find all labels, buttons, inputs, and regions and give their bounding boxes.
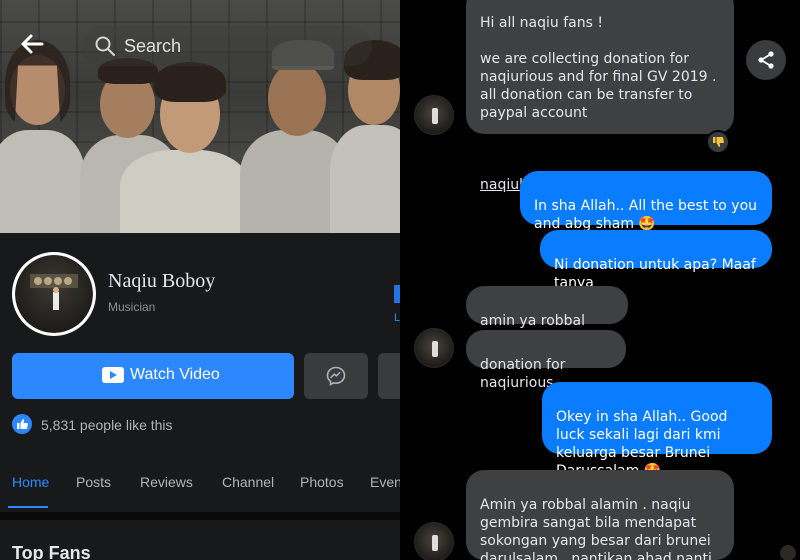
tab-posts[interactable]: Posts [76, 474, 111, 490]
reaction-thumbs-down-icon[interactable] [706, 130, 730, 154]
person-4-head [268, 62, 326, 136]
tab-reviews[interactable]: Reviews [140, 474, 193, 490]
top-bar: Search [0, 0, 400, 72]
person-5 [330, 125, 400, 233]
likes-count-text: 5,831 people like this [41, 417, 173, 433]
top-fans-heading: Top Fans [12, 543, 91, 560]
watch-video-label: Watch Video [130, 366, 220, 383]
tab-photos[interactable]: Photos [300, 474, 344, 490]
message-bubble-outgoing[interactable]: In sha Allah.. All the best to you and a… [520, 171, 772, 232]
tab-channel[interactable]: Channel [222, 474, 274, 490]
search-bar[interactable]: Search [82, 26, 372, 66]
page-category: Musician [108, 300, 156, 314]
message-bubble-outgoing[interactable]: Okey in sha Allah.. Good luck sekali lag… [542, 382, 772, 479]
message-text: Hi all naqiu fans ! we are collecting do… [480, 15, 717, 121]
message-text: Okey in sha Allah.. Good luck sekali lag… [556, 409, 728, 479]
more-options-button[interactable] [378, 353, 400, 399]
thumbs-up-icon [12, 414, 32, 434]
share-button[interactable] [746, 40, 786, 80]
person-3 [120, 150, 250, 233]
person-1 [0, 130, 85, 233]
search-icon [95, 36, 115, 56]
search-placeholder: Search [124, 36, 182, 56]
back-arrow-icon[interactable] [18, 30, 50, 62]
message-bubble-incoming[interactable]: donation for naqiurious [466, 330, 626, 391]
video-play-icon [102, 367, 124, 383]
tab-events[interactable]: Even [370, 474, 400, 490]
message-bubble-incoming[interactable]: Hi all naqiu fans ! we are collecting do… [466, 0, 734, 193]
tab-home[interactable]: Home [12, 474, 49, 490]
message-bubble-outgoing[interactable]: Ni donation untuk apa? Maaf tanya [540, 230, 772, 291]
message-bubble-incoming[interactable]: amin ya robbal alamin . [466, 286, 628, 347]
profile-picture-image [15, 255, 93, 333]
message-button[interactable] [304, 353, 368, 399]
watch-video-button[interactable]: Watch Video [12, 353, 294, 399]
section-divider [0, 512, 400, 520]
page-name: Naqiu Boboy [108, 270, 216, 292]
message-text: Amin ya robbal alamin . naqiu gembira sa… [480, 497, 712, 560]
page-tabs: Home Posts Reviews Channel Photos Even [0, 462, 400, 508]
messenger-icon [326, 366, 346, 386]
sender-avatar[interactable] [414, 328, 454, 368]
messenger-chat-pane: Hi all naqiu fans ! we are collecting do… [400, 0, 800, 560]
message-text: In sha Allah.. All the best to you and a… [534, 198, 758, 232]
active-tab-indicator [8, 506, 48, 508]
sender-avatar[interactable] [414, 95, 454, 135]
facebook-page-pane: Search Naqiu Boboy Musician L Watch Vide… [0, 0, 400, 560]
seen-indicator-avatar [780, 545, 796, 560]
message-bubble-incoming[interactable]: Amin ya robbal alamin . naqiu gembira sa… [466, 470, 734, 560]
profile-picture[interactable] [12, 252, 96, 336]
share-icon [758, 51, 774, 69]
sender-avatar[interactable] [414, 522, 454, 560]
